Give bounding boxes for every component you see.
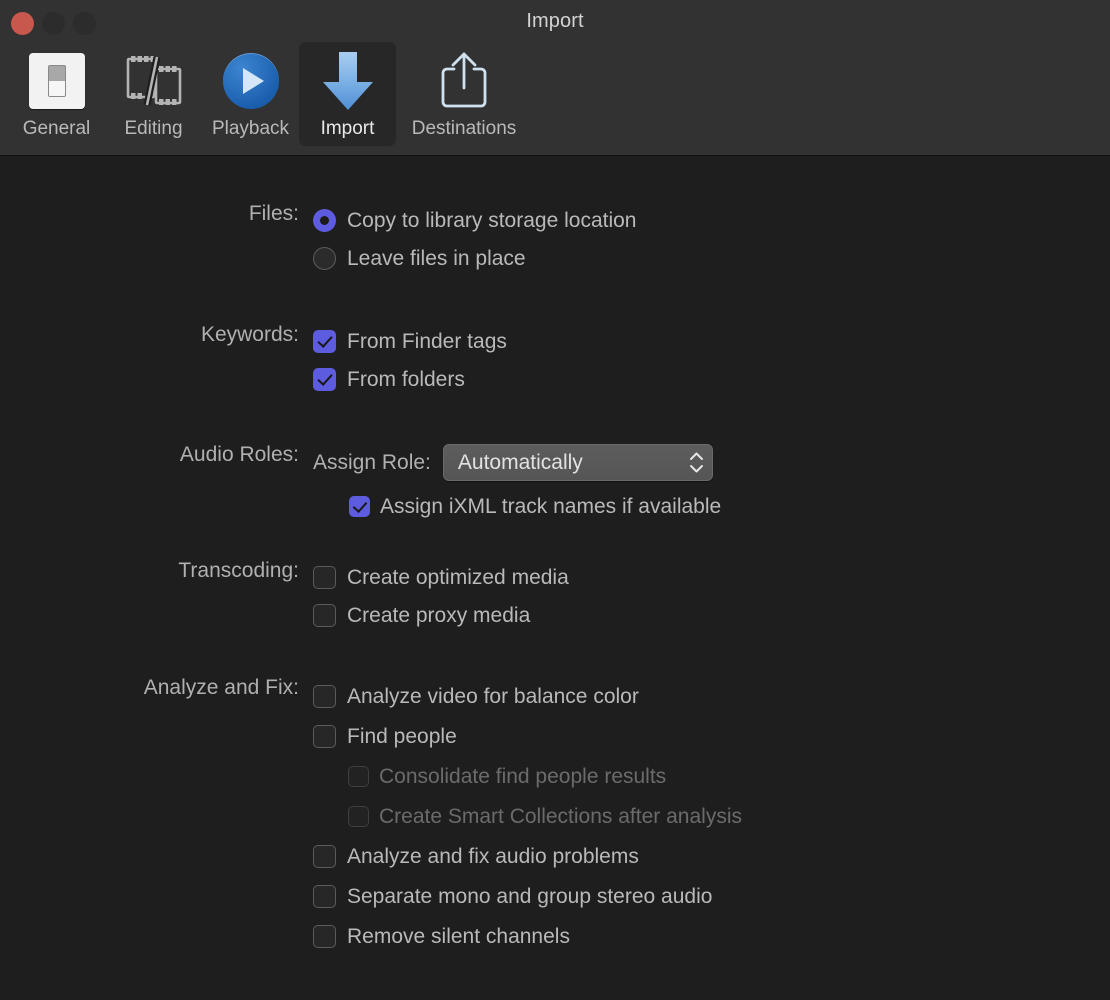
radio-leave-files-in-place[interactable]: Leave files in place — [313, 238, 1110, 278]
toolbar-tab-destinations-label: Destinations — [412, 118, 517, 140]
checkbox-consolidate-find-people-indicator[interactable] — [348, 766, 369, 787]
preferences-window: Import General — [0, 0, 1110, 1000]
transcoding-options: Create optimized media Create proxy medi… — [313, 559, 1110, 635]
checkbox-assign-ixml-label: Assign iXML track names if available — [380, 495, 721, 518]
checkbox-find-people[interactable]: Find people — [313, 716, 1110, 756]
import-preferences-pane: Files: Copy to library storage location … — [0, 156, 1110, 1000]
checkbox-analyze-fix-audio-label: Analyze and fix audio problems — [347, 845, 639, 868]
radio-leave-files-in-place-label: Leave files in place — [347, 247, 526, 270]
keywords-label: Keywords: — [0, 323, 313, 346]
radio-copy-to-library[interactable]: Copy to library storage location — [313, 202, 1110, 238]
chevron-updown-icon — [689, 452, 704, 473]
checkbox-remove-silent-channels-label: Remove silent channels — [347, 925, 570, 948]
checkbox-create-smart-collections[interactable]: Create Smart Collections after analysis — [348, 796, 1110, 836]
checkbox-consolidate-find-people[interactable]: Consolidate find people results — [348, 756, 1110, 796]
toolbar-tab-general[interactable]: General — [8, 42, 105, 146]
checkbox-create-proxy-media[interactable]: Create proxy media — [313, 595, 1110, 635]
checkbox-find-people-label: Find people — [347, 725, 457, 748]
assign-role-label: Assign Role: — [313, 451, 431, 474]
toolbar-tab-playback-label: Playback — [212, 118, 289, 140]
radio-copy-to-library-label: Copy to library storage location — [347, 209, 636, 232]
transcoding-label: Transcoding: — [0, 559, 313, 582]
checkbox-analyze-balance-color-label: Analyze video for balance color — [347, 685, 639, 708]
checkbox-create-proxy-media-label: Create proxy media — [347, 604, 530, 627]
checkbox-from-folders[interactable]: From folders — [313, 359, 1110, 399]
checkbox-analyze-balance-color[interactable]: Analyze video for balance color — [313, 676, 1110, 716]
toolbar-tab-editing-label: Editing — [124, 118, 182, 140]
checkbox-create-optimized-media-indicator[interactable] — [313, 566, 336, 589]
toolbar-tab-playback[interactable]: Playback — [202, 42, 299, 146]
checkbox-separate-mono-group-stereo[interactable]: Separate mono and group stereo audio — [313, 876, 1110, 916]
play-circle-icon — [223, 48, 279, 114]
audio-roles-row: Audio Roles: Assign Role: Automatically … — [0, 443, 1110, 530]
toolbar-tab-destinations[interactable]: Destinations — [396, 42, 532, 146]
toolbar-tab-import[interactable]: Import — [299, 42, 396, 146]
radio-leave-files-in-place-indicator[interactable] — [313, 247, 336, 270]
checkbox-remove-silent-channels[interactable]: Remove silent channels — [313, 916, 1110, 956]
checkbox-create-optimized-media-label: Create optimized media — [347, 566, 569, 589]
checkbox-consolidate-find-people-label: Consolidate find people results — [379, 765, 666, 788]
checkbox-from-finder-tags-label: From Finder tags — [347, 330, 507, 353]
transcoding-row: Transcoding: Create optimized media Crea… — [0, 559, 1110, 635]
checkbox-from-folders-label: From folders — [347, 368, 465, 391]
checkbox-assign-ixml[interactable]: Assign iXML track names if available — [349, 482, 1110, 530]
analyze-and-fix-label: Analyze and Fix: — [0, 676, 313, 699]
checkbox-from-folders-indicator[interactable] — [313, 368, 336, 391]
window-title: Import — [0, 10, 1110, 33]
assign-role-value: Automatically — [458, 451, 583, 475]
audio-roles-fields: Assign Role: Automatically Assign iXML t… — [313, 443, 1110, 530]
down-arrow-icon — [318, 48, 378, 114]
checkbox-create-smart-collections-label: Create Smart Collections after analysis — [379, 805, 742, 828]
checkbox-separate-mono-group-stereo-indicator[interactable] — [313, 885, 336, 908]
checkbox-analyze-fix-audio[interactable]: Analyze and fix audio problems — [313, 836, 1110, 876]
checkbox-separate-mono-group-stereo-label: Separate mono and group stereo audio — [347, 885, 712, 908]
analyze-and-fix-options: Analyze video for balance color Find peo… — [313, 676, 1110, 956]
checkbox-analyze-fix-audio-indicator[interactable] — [313, 845, 336, 868]
keywords-options: From Finder tags From folders — [313, 323, 1110, 399]
analyze-and-fix-row: Analyze and Fix: Analyze video for balan… — [0, 676, 1110, 956]
share-export-icon — [438, 48, 490, 114]
checkbox-create-smart-collections-indicator[interactable] — [348, 806, 369, 827]
keywords-row: Keywords: From Finder tags From folders — [0, 323, 1110, 399]
checkbox-create-proxy-media-indicator[interactable] — [313, 604, 336, 627]
checkbox-analyze-balance-color-indicator[interactable] — [313, 685, 336, 708]
files-label: Files: — [0, 202, 313, 225]
radio-copy-to-library-indicator[interactable] — [313, 209, 336, 232]
toolbar-tab-import-label: Import — [321, 118, 375, 140]
assign-role-group: Assign Role: Automatically — [313, 443, 1110, 482]
audio-roles-label: Audio Roles: — [0, 443, 313, 466]
checkbox-find-people-indicator[interactable] — [313, 725, 336, 748]
switch-icon — [29, 48, 85, 114]
filmstrip-icon — [123, 48, 185, 114]
title-bar: Import General — [0, 0, 1110, 156]
checkbox-from-finder-tags[interactable]: From Finder tags — [313, 323, 1110, 359]
toolbar-tab-editing[interactable]: Editing — [105, 42, 202, 146]
checkbox-assign-ixml-indicator[interactable] — [349, 496, 370, 517]
files-row: Files: Copy to library storage location … — [0, 202, 1110, 278]
checkbox-remove-silent-channels-indicator[interactable] — [313, 925, 336, 948]
toolbar-tab-general-label: General — [23, 118, 91, 140]
checkbox-create-optimized-media[interactable]: Create optimized media — [313, 559, 1110, 595]
checkbox-from-finder-tags-indicator[interactable] — [313, 330, 336, 353]
preferences-toolbar: General — [8, 42, 532, 146]
files-options: Copy to library storage location Leave f… — [313, 202, 1110, 278]
assign-role-select[interactable]: Automatically — [443, 444, 713, 481]
